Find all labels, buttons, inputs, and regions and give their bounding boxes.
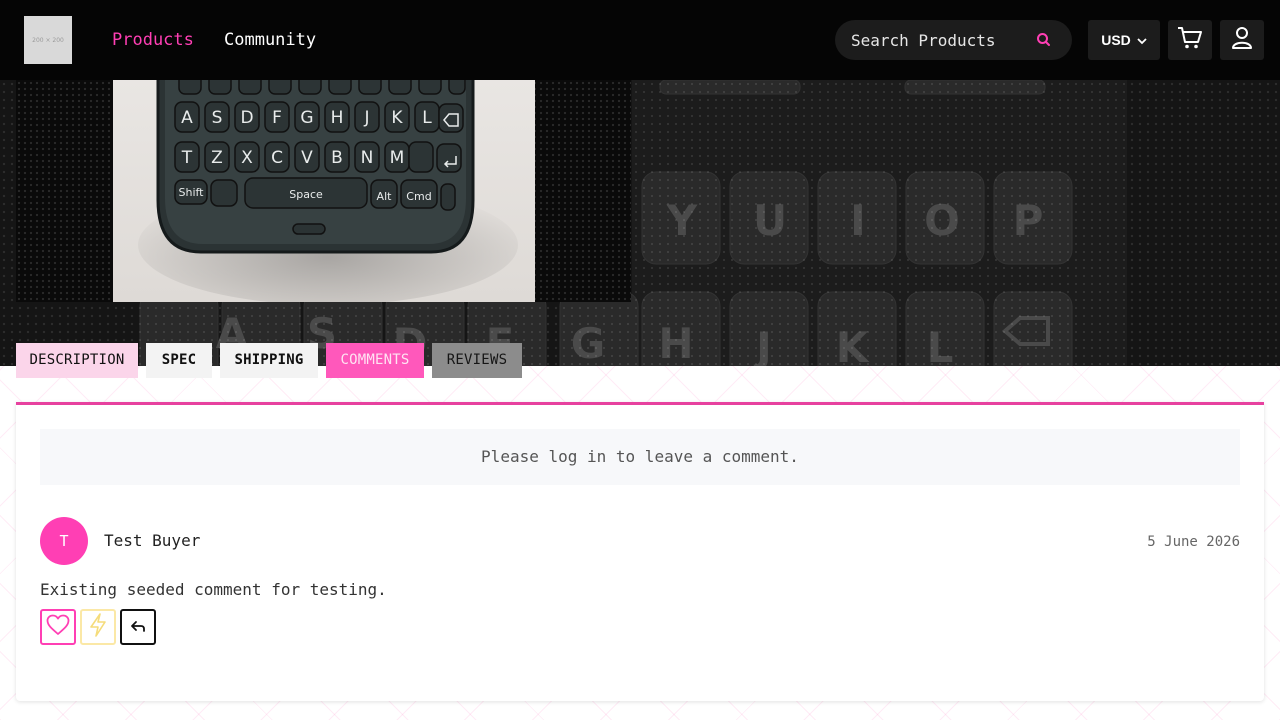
tab-shipping[interactable]: SHIPPING <box>220 343 318 378</box>
boost-button[interactable] <box>80 609 116 645</box>
photo-key: B <box>331 148 343 168</box>
photo-key: C <box>271 148 283 168</box>
product-image-card: A S D F G H J K L T Z X C V B N M Shift … <box>16 80 631 302</box>
photo-key: F <box>272 108 282 128</box>
photo-key: Alt <box>377 190 393 203</box>
photo-key: K <box>391 108 403 128</box>
tab-description[interactable]: DESCRIPTION <box>16 343 138 378</box>
photo-key: L <box>422 108 432 128</box>
heart-icon <box>46 614 70 640</box>
tab-reviews[interactable]: REVIEWS <box>432 343 522 378</box>
tab-spec[interactable]: SPEC <box>146 343 212 378</box>
comments-panel: Please log in to leave a comment. T Test… <box>16 402 1264 701</box>
product-hero: Y U I O P A S D F G H J K L <box>0 80 1280 366</box>
cart-button[interactable] <box>1168 20 1212 60</box>
photo-key: Space <box>289 188 323 201</box>
site-logo[interactable]: 200 × 200 <box>24 16 72 64</box>
like-button[interactable] <box>40 609 76 645</box>
search-box <box>835 20 1072 60</box>
currency-select[interactable]: USD <box>1088 20 1160 60</box>
account-button[interactable] <box>1220 20 1264 60</box>
product-photo[interactable]: A S D F G H J K L T Z X C V B N M Shift … <box>113 80 535 302</box>
cart-icon <box>1177 26 1203 54</box>
nav-products[interactable]: Products <box>112 28 194 52</box>
search-icon[interactable] <box>1035 31 1053 49</box>
currency-value: USD <box>1101 32 1131 48</box>
photo-key: G <box>300 108 313 128</box>
nav-community[interactable]: Community <box>224 28 316 52</box>
photo-key: S <box>212 108 223 128</box>
photo-key: N <box>361 148 374 168</box>
photo-key: M <box>390 148 405 168</box>
site-header: 200 × 200 Products Community USD <box>0 0 1280 80</box>
comment-date: 5 June 2026 <box>1147 534 1240 550</box>
tab-comments[interactable]: COMMENTS <box>326 343 424 378</box>
photo-key: Cmd <box>406 190 431 203</box>
reply-button[interactable] <box>120 609 156 645</box>
reply-icon <box>130 618 146 637</box>
login-prompt: Please log in to leave a comment. <box>40 429 1240 485</box>
photo-key: A <box>181 108 193 128</box>
photo-key: D <box>240 108 253 128</box>
photo-key: T <box>181 148 193 168</box>
photo-key: J <box>363 108 369 128</box>
logo-placeholder-text: 200 × 200 <box>32 36 64 44</box>
comment-text: Existing seeded comment for testing. <box>40 580 387 599</box>
photo-key: Z <box>211 148 223 168</box>
photo-key: X <box>241 148 253 168</box>
user-icon <box>1231 26 1253 54</box>
photo-key: V <box>301 148 313 168</box>
search-input[interactable] <box>851 20 1021 60</box>
photo-key: Shift <box>178 186 204 199</box>
chevron-down-icon <box>1137 32 1147 48</box>
phone-keyboard-illustration: A S D F G H J K L T Z X C V B N M Shift … <box>138 80 518 302</box>
lightning-icon <box>89 613 107 641</box>
photo-key: H <box>331 108 344 128</box>
comment-author: Test Buyer <box>104 531 201 550</box>
avatar: T <box>40 517 88 565</box>
